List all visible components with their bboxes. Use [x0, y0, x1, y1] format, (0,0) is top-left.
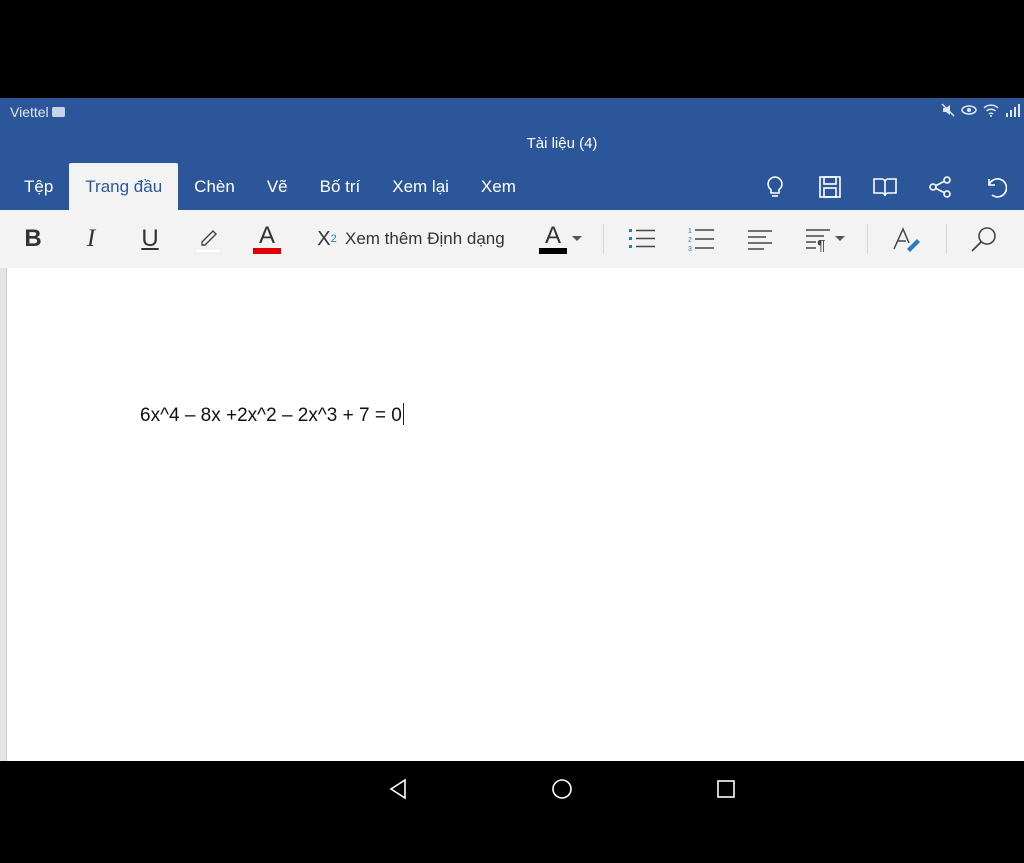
mute-icon	[941, 103, 955, 117]
tab-layout[interactable]: Bố trí	[304, 163, 377, 210]
underline-button[interactable]: U	[135, 210, 165, 268]
styles-brush-icon	[893, 227, 920, 252]
document-title: Tài liệu (4)	[526, 135, 598, 152]
highlighter-icon	[194, 230, 222, 254]
home-ribbon: B I U A X2 Xem thêm Định dạng A 123 ¶	[0, 210, 1024, 269]
document-canvas[interactable]: 6x^4 – 8x +2x^2 – 2x^3 + 7 = 0	[0, 268, 1024, 761]
document-body[interactable]: 6x^4 – 8x +2x^2 – 2x^3 + 7 = 0	[140, 403, 404, 427]
home-button[interactable]	[542, 769, 582, 809]
tab-home[interactable]: Trang đầu	[69, 163, 179, 210]
top-black-bar	[0, 0, 1024, 98]
undo-icon[interactable]	[980, 172, 1010, 202]
home-circle-icon	[552, 779, 572, 799]
numbered-list-button[interactable]: 1 2 3	[684, 210, 718, 268]
find-button[interactable]	[966, 210, 1002, 268]
chevron-down-icon	[572, 236, 582, 241]
style-letter: A	[544, 222, 561, 249]
wifi-icon	[983, 104, 999, 117]
search-icon	[971, 227, 996, 252]
tab-view[interactable]: Xem	[465, 163, 532, 210]
lightbulb-icon[interactable]	[760, 172, 790, 202]
carrier-label: Viettel	[10, 104, 49, 120]
font-color-button[interactable]: A	[250, 210, 284, 268]
back-button[interactable]	[378, 769, 418, 809]
numbered-list-icon: 1 2 3	[688, 228, 714, 253]
status-icons	[940, 102, 1020, 118]
align-left-button[interactable]	[743, 210, 777, 268]
recents-square-icon	[717, 780, 735, 798]
status-carrier: Viettel	[10, 104, 65, 120]
eye-comfort-icon	[961, 105, 977, 115]
svg-text:1: 1	[688, 228, 692, 235]
styles-button[interactable]	[888, 210, 924, 268]
ribbon-divider	[946, 224, 947, 254]
paragraph-button[interactable]: ¶	[800, 210, 850, 268]
back-triangle-icon	[389, 778, 406, 800]
more-formatting-button[interactable]: Xem thêm Định dạng	[345, 210, 505, 268]
read-mode-icon[interactable]	[870, 172, 900, 202]
tab-insert[interactable]: Chèn	[178, 163, 251, 210]
text-cursor	[402, 403, 404, 425]
app-header: Viettel Tài liệu (4) Tệp Trang đầu Chèn …	[0, 98, 1024, 210]
align-left-icon	[748, 230, 772, 250]
bullet-list-button[interactable]	[625, 210, 659, 268]
ribbon-tabs: Tệp Trang đầu Chèn Vẽ Bố trí Xem lại Xem	[8, 163, 532, 210]
paragraph-icon: ¶	[806, 229, 830, 252]
svg-text:¶: ¶	[817, 238, 826, 252]
italic-button[interactable]: I	[76, 210, 106, 268]
recents-button[interactable]	[706, 769, 746, 809]
bold-button[interactable]: B	[18, 210, 48, 268]
subscript-x: X	[317, 227, 331, 250]
subscript-button[interactable]: X2	[315, 210, 339, 268]
tab-draw[interactable]: Vẽ	[251, 163, 304, 210]
tab-file[interactable]: Tệp	[8, 163, 69, 210]
save-icon[interactable]	[815, 172, 845, 202]
share-icon[interactable]	[925, 172, 955, 202]
bullet-list-icon	[629, 229, 655, 248]
font-color-swatch	[253, 248, 281, 254]
font-color-letter: A	[258, 222, 275, 249]
signal-icon	[1006, 104, 1020, 117]
volte-badge-icon	[51, 107, 65, 117]
document-line: 6x^4 – 8x +2x^2 – 2x^3 + 7 = 0	[140, 405, 402, 426]
chevron-down-icon	[835, 236, 845, 241]
ribbon-divider	[867, 224, 868, 254]
android-nav-bar	[0, 761, 1024, 863]
tab-review[interactable]: Xem lại	[376, 163, 465, 210]
svg-text:3: 3	[688, 246, 692, 253]
header-actions	[760, 172, 1010, 202]
ribbon-divider	[603, 224, 604, 254]
page-edge	[0, 268, 7, 761]
subscript-digit: 2	[330, 233, 337, 245]
highlight-button[interactable]	[192, 210, 224, 268]
svg-text:2: 2	[688, 237, 692, 244]
style-color-button[interactable]: A	[536, 210, 586, 268]
style-color-swatch	[539, 248, 567, 254]
